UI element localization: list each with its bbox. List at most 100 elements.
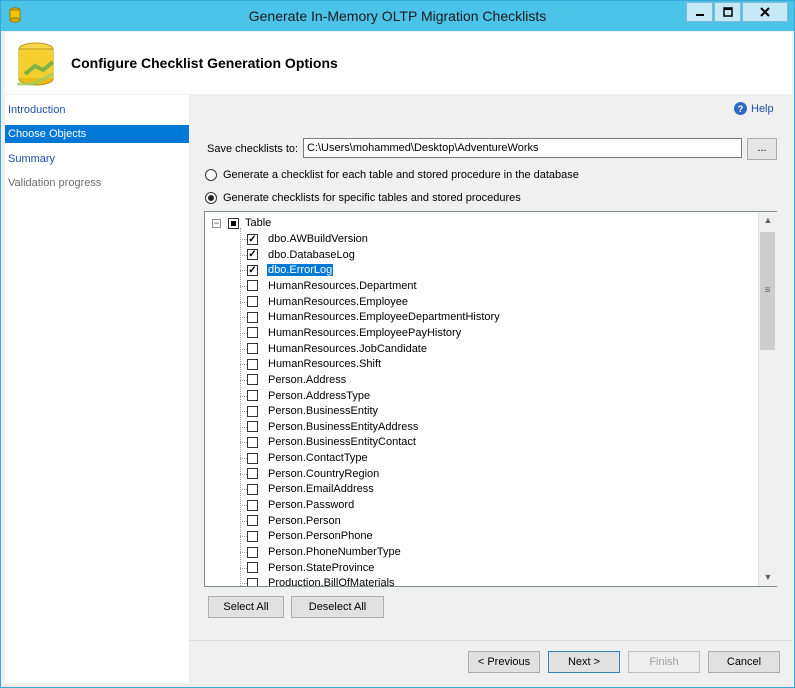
nav-item-summary[interactable]: Summary — [5, 150, 189, 168]
unchecked-checkbox[interactable] — [247, 296, 258, 308]
collapse-icon[interactable]: − — [212, 218, 221, 228]
tree-connector — [240, 270, 247, 272]
next-button[interactable]: Next > — [548, 651, 620, 673]
deselect-all-button[interactable]: Deselect All — [291, 596, 384, 618]
unchecked-checkbox[interactable] — [247, 421, 258, 433]
tree-connector — [240, 505, 247, 507]
tree-item-label: dbo.AWBuildVersion — [268, 233, 368, 245]
unchecked-checkbox[interactable] — [247, 530, 258, 542]
radio-all-objects-circle[interactable] — [205, 169, 217, 181]
unchecked-checkbox[interactable] — [247, 343, 258, 355]
checked-checkbox[interactable]: ✓ — [247, 233, 258, 245]
tree-item[interactable]: HumanResources.EmployeePayHistory — [247, 326, 462, 340]
tree-root-table[interactable]: − Table — [212, 216, 271, 230]
tree-item[interactable]: ✓ dbo.DatabaseLog — [247, 248, 356, 262]
tree-item[interactable]: Person.Address — [247, 373, 347, 387]
tree-connector — [240, 567, 247, 569]
unchecked-checkbox[interactable] — [247, 546, 258, 558]
tree-connector — [240, 317, 247, 319]
tree-item[interactable]: ✓ dbo.ErrorLog — [247, 263, 334, 277]
maximize-button[interactable] — [714, 2, 741, 22]
tree-item[interactable]: Person.Person — [247, 514, 342, 528]
tree-item[interactable]: Person.PhoneNumberType — [247, 545, 402, 559]
scroll-up-icon[interactable]: ▲ — [759, 212, 777, 229]
radio-all-objects-label: Generate a checklist for each table and … — [223, 169, 579, 181]
tree-item-label: Person.BusinessEntityAddress — [268, 420, 419, 433]
object-tree[interactable]: − Table ✓ dbo.AWBuildVersion ✓ dbo.Database… — [204, 211, 777, 587]
tree-item-label: HumanResources.EmployeePayHistory — [268, 326, 462, 339]
tree-item[interactable]: Person.Password — [247, 498, 355, 512]
database-checklist-icon — [17, 42, 55, 86]
unchecked-checkbox[interactable] — [247, 374, 258, 386]
unchecked-checkbox[interactable] — [247, 390, 258, 401]
unchecked-checkbox[interactable] — [247, 280, 258, 292]
unchecked-checkbox[interactable] — [247, 327, 258, 339]
tree-item[interactable]: Person.BusinessEntityContact — [247, 435, 417, 449]
unchecked-checkbox[interactable] — [247, 405, 258, 417]
tree-connector — [240, 458, 247, 460]
tree-item[interactable]: ✓ dbo.AWBuildVersion — [247, 232, 369, 246]
tree-connector — [240, 426, 247, 428]
tree-item[interactable]: HumanResources.Department — [247, 279, 418, 293]
browse-button[interactable]: ... — [747, 138, 777, 160]
tree-item[interactable]: Person.EmailAddress — [247, 482, 375, 496]
tree-item[interactable]: Person.BusinessEntity — [247, 404, 379, 418]
tree-item-label: HumanResources.Department — [268, 279, 417, 292]
tree-item[interactable]: HumanResources.JobCandidate — [247, 342, 428, 356]
tree-item-label: HumanResources.Shift — [268, 358, 382, 371]
tree-item[interactable]: Person.ContactType — [247, 451, 369, 465]
minimize-button[interactable] — [686, 2, 713, 22]
tree-root-checkbox[interactable] — [228, 217, 239, 229]
help-link[interactable]: ? Help — [734, 102, 774, 115]
tree-scrollbar[interactable]: ▲ ≡ ▼ — [758, 212, 777, 586]
unchecked-checkbox[interactable] — [247, 311, 258, 323]
unchecked-checkbox[interactable] — [247, 483, 258, 495]
radio-all-objects[interactable]: Generate a checklist for each table and … — [205, 169, 579, 181]
nav-item-introduction[interactable]: Introduction — [5, 101, 189, 119]
tree-item[interactable]: Person.CountryRegion — [247, 467, 380, 481]
tree-item[interactable]: HumanResources.Employee — [247, 295, 409, 309]
tree-item-label: dbo.DatabaseLog — [268, 248, 355, 261]
unchecked-checkbox[interactable] — [247, 499, 258, 511]
tree-item-label: HumanResources.JobCandidate — [268, 342, 427, 355]
unchecked-checkbox[interactable] — [247, 562, 258, 574]
tree-item[interactable]: Person.BusinessEntityAddress — [247, 420, 419, 434]
tree-connector — [240, 583, 247, 585]
tree-item[interactable]: Person.AddressType — [247, 389, 371, 403]
tree-item-label: Person.EmailAddress — [268, 483, 374, 496]
cancel-button[interactable]: Cancel — [708, 651, 780, 673]
radio-specific-objects[interactable]: Generate checklists for specific tables … — [205, 192, 521, 204]
tree-item-label: HumanResources.EmployeeDepartmentHistory — [268, 311, 500, 324]
unchecked-checkbox[interactable] — [247, 436, 258, 448]
tree-connector — [240, 552, 247, 553]
close-button[interactable] — [742, 2, 788, 22]
tree-item[interactable]: HumanResources.EmployeeDepartmentHistory — [247, 310, 501, 324]
unchecked-checkbox[interactable] — [247, 452, 258, 464]
tree-item[interactable]: HumanResources.Shift — [247, 357, 382, 371]
tree-item[interactable]: Person.StateProvince — [247, 561, 375, 575]
help-label: Help — [751, 102, 774, 115]
tree-item-label: Person.Password — [268, 499, 355, 512]
unchecked-checkbox[interactable] — [247, 515, 258, 527]
tree-item-label: Person.ContactType — [268, 452, 368, 465]
tree-connector — [240, 520, 247, 522]
select-all-button[interactable]: Select All — [208, 596, 284, 618]
unchecked-checkbox[interactable] — [247, 358, 258, 370]
tree-item-label: Person.PersonPhone — [268, 530, 373, 543]
tree-item[interactable]: Production.BillOfMaterials — [247, 576, 396, 586]
radio-specific-objects-circle[interactable] — [205, 192, 217, 204]
tree-item-label: Person.CountryRegion — [268, 467, 380, 480]
title-bar[interactable]: Generate In-Memory OLTP Migration Checkl… — [1, 1, 794, 31]
scroll-thumb[interactable]: ≡ — [760, 232, 775, 350]
tree-item-label: Person.Person — [268, 514, 341, 527]
checked-checkbox[interactable]: ✓ — [247, 249, 258, 261]
checked-checkbox[interactable]: ✓ — [247, 264, 258, 276]
unchecked-checkbox[interactable] — [247, 577, 258, 586]
unchecked-checkbox[interactable] — [247, 468, 258, 480]
save-path-input[interactable] — [303, 138, 742, 158]
tree-connector — [240, 348, 247, 350]
tree-item[interactable]: Person.PersonPhone — [247, 529, 374, 543]
previous-button[interactable]: < Previous — [468, 651, 540, 673]
nav-item-choose-objects[interactable]: Choose Objects — [5, 125, 189, 143]
scroll-down-icon[interactable]: ▼ — [759, 569, 777, 586]
